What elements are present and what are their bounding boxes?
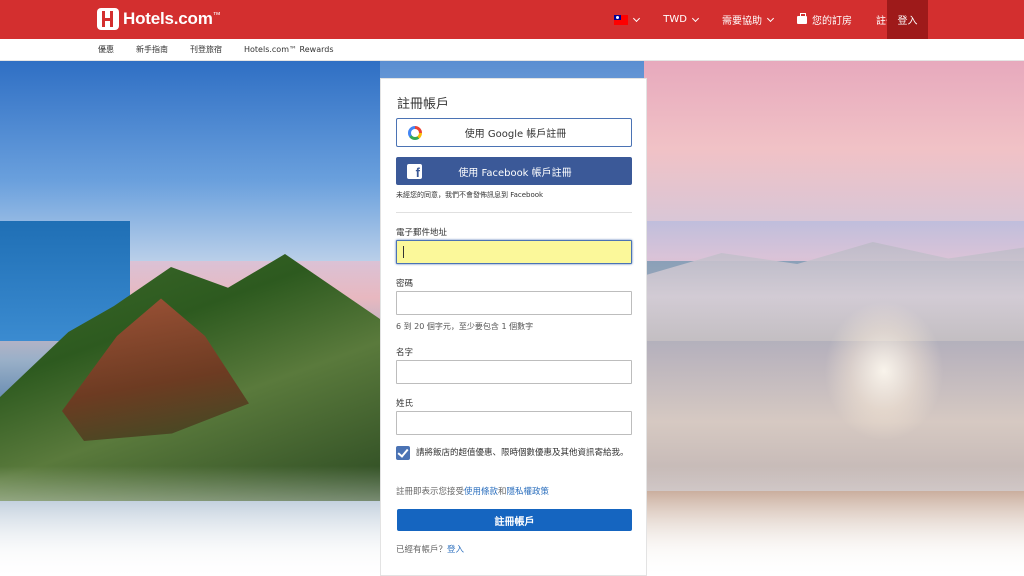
login-link-bottom[interactable]: 登入 [447, 545, 464, 555]
first-name-label: 名字 [396, 348, 414, 358]
privacy-policy-link[interactable]: 隱私權政策 [507, 487, 550, 497]
newsletter-text: 請將飯店的超值優惠、限時個數優惠及其他資訊寄給我。 [416, 448, 629, 458]
google-signup-button[interactable]: 使用 Google 帳戶註冊 [396, 118, 632, 147]
password-input[interactable] [396, 291, 632, 315]
register-submit-button[interactable]: 註冊帳戶 [397, 509, 632, 531]
email-label: 電子郵件地址 [396, 228, 448, 238]
top-header: Hotels.com™ TWD 需要協助 您的訂房 註冊帳戶 登入 [0, 0, 1024, 39]
facebook-icon: f [407, 163, 422, 179]
email-input[interactable] [396, 240, 632, 264]
password-hint: 6 到 20 個字元，至少要包含 1 個數字 [396, 322, 534, 331]
hotels-h-icon [97, 8, 119, 30]
terms-prefix: 註冊即表示您接受 [396, 487, 465, 497]
first-name-input[interactable] [396, 360, 632, 384]
google-icon [408, 125, 422, 140]
sub-navigation: 優惠 新手指南 刊登旅宿 Hotels.com™ Rewards [0, 39, 1024, 61]
header-nav: TWD 需要協助 您的訂房 註冊帳戶 [602, 0, 928, 39]
subnav-guide[interactable]: 新手指南 [136, 44, 168, 55]
newsletter-checkbox[interactable] [396, 446, 410, 460]
currency-label: TWD [663, 14, 687, 25]
bookings-label: 您的訂房 [812, 16, 852, 27]
facebook-button-label: 使用 Facebook 帳戶註冊 [458, 167, 572, 179]
text-cursor [403, 246, 404, 258]
terms-text: 註冊即表示您接受使用條款和隱私權政策 [396, 485, 549, 497]
currency-selector[interactable]: TWD [651, 0, 710, 39]
have-account-prefix: 已經有帳戶？ [396, 545, 448, 555]
logo-trademark: ™ [212, 10, 221, 20]
facebook-signup-button[interactable]: f 使用 Facebook 帳戶註冊 [396, 157, 632, 185]
subnav-rewards[interactable]: Hotels.com™ Rewards [244, 45, 334, 54]
terms-of-use-link[interactable]: 使用條款 [464, 487, 498, 497]
registration-form: 註冊帳戶 使用 Google 帳戶註冊 f 使用 Facebook 帳戶註冊 未… [380, 78, 647, 576]
subnav-deals[interactable]: 優惠 [98, 44, 114, 55]
language-selector[interactable] [602, 0, 651, 39]
have-account-text: 已經有帳戶？登入 [396, 543, 464, 555]
chevron-down-icon [691, 14, 700, 22]
suitcase-icon [797, 12, 807, 24]
chevron-down-icon [633, 14, 641, 22]
password-label: 密碼 [396, 279, 414, 289]
your-bookings-link[interactable]: 您的訂房 [785, 0, 864, 39]
last-name-label: 姓氏 [396, 399, 414, 409]
divider [396, 212, 632, 213]
login-link[interactable]: 登入 [887, 0, 928, 39]
logo-text: Hotels.com [123, 9, 213, 28]
taiwan-flag-icon [614, 14, 629, 25]
help-menu[interactable]: 需要協助 [710, 0, 785, 39]
last-name-input[interactable] [396, 411, 632, 435]
facebook-note: 未經您的同意，我們不會發佈訊息到 Facebook [396, 191, 544, 199]
chevron-down-icon [766, 14, 775, 22]
hotels-logo[interactable]: Hotels.com™ [97, 7, 221, 31]
google-button-label: 使用 Google 帳戶註冊 [464, 129, 567, 140]
form-title: 註冊帳戶 [397, 97, 450, 112]
help-label: 需要協助 [722, 16, 762, 27]
terms-and: 和 [498, 487, 507, 497]
subnav-list-property[interactable]: 刊登旅宿 [190, 44, 222, 55]
